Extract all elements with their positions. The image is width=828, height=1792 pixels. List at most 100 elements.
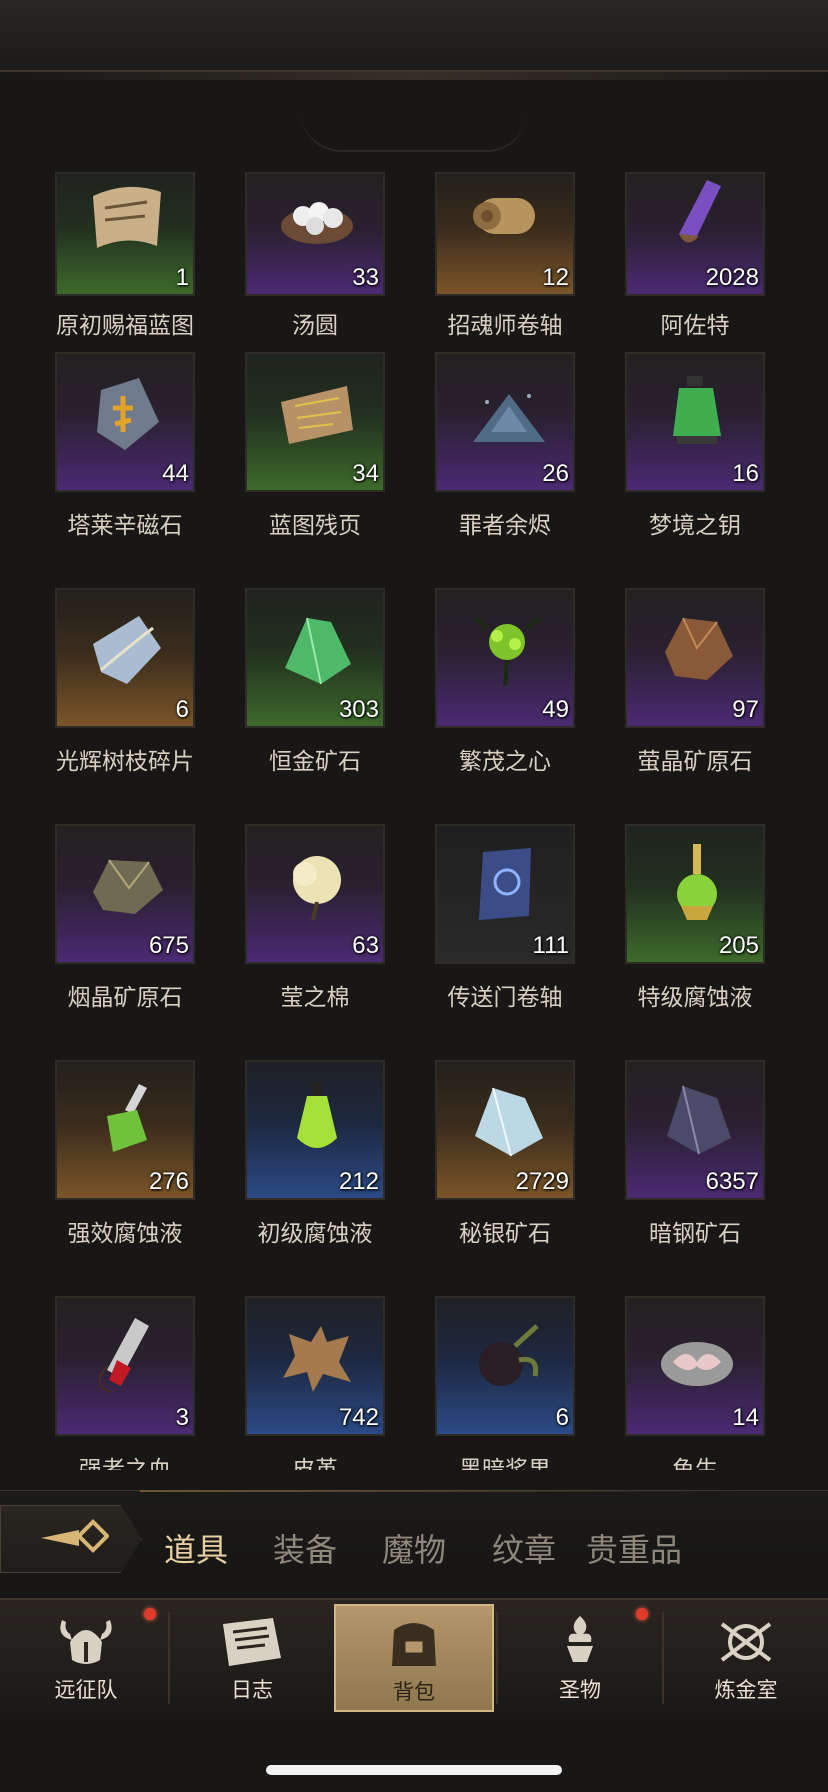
- purple-crystal-icon: [679, 180, 721, 243]
- item-count: 44: [162, 460, 189, 487]
- inventory-item[interactable]: 44 塔莱辛磁石: [0, 352, 195, 552]
- nav-expedition[interactable]: 远征队: [6, 1604, 166, 1712]
- item-slot[interactable]: 26: [435, 352, 575, 492]
- inventory-item[interactable]: 205 特级腐蚀液: [570, 824, 765, 1024]
- tab-items[interactable]: 道具: [164, 1525, 228, 1571]
- inventory-item[interactable]: 33 汤圆: [190, 172, 385, 372]
- item-slot[interactable]: 6357: [625, 1060, 765, 1200]
- inventory-item[interactable]: 97 萤晶矿原石: [570, 588, 765, 788]
- item-count: 205: [718, 932, 759, 959]
- inventory-item[interactable]: 303 恒金矿石: [190, 588, 385, 788]
- item-name: 繁茂之心: [459, 749, 551, 775]
- green-ore-icon: [285, 617, 351, 685]
- leather-hide-icon: [283, 1326, 351, 1392]
- item-slot[interactable]: 111: [435, 824, 575, 964]
- item-slot[interactable]: 2729: [435, 1060, 575, 1200]
- item-slot[interactable]: 2028: [625, 172, 765, 296]
- mithril-ore-icon: [475, 1087, 543, 1157]
- inventory-item[interactable]: 26 罪者余烬: [380, 352, 575, 552]
- item-slot[interactable]: 63: [245, 824, 385, 964]
- item-slot[interactable]: 12: [435, 172, 575, 296]
- inventory-item[interactable]: 2028 阿佐特: [570, 172, 765, 372]
- inventory-item[interactable]: 6 黑暗浆果: [380, 1296, 575, 1470]
- tab-valuables[interactable]: 贵重品: [586, 1525, 682, 1571]
- item-name: 招魂师卷轴: [447, 313, 563, 339]
- inventory-item[interactable]: 6 光辉树枝碎片: [0, 588, 195, 788]
- item-slot[interactable]: 742: [245, 1296, 385, 1436]
- inventory-item[interactable]: 675 烟晶矿原石: [0, 824, 195, 1024]
- item-count: 6: [175, 696, 189, 723]
- nav-journal[interactable]: 日志: [172, 1604, 332, 1712]
- item-slot[interactable]: 6: [55, 588, 195, 728]
- item-count: 16: [732, 460, 759, 487]
- item-count: 2028: [705, 264, 759, 291]
- inventory-item[interactable]: 6357 暗钢矿石: [570, 1060, 765, 1260]
- item-slot[interactable]: 97: [625, 588, 765, 728]
- item-name: 黑暗浆果: [459, 1457, 551, 1470]
- item-count: 276: [148, 1168, 189, 1195]
- item-slot[interactable]: 1: [55, 172, 195, 296]
- item-slot[interactable]: 212: [245, 1060, 385, 1200]
- item-slot[interactable]: 675: [55, 824, 195, 964]
- item-slot[interactable]: 34: [245, 352, 385, 492]
- item-slot[interactable]: 6: [435, 1296, 575, 1436]
- tab-crests[interactable]: 纹章: [492, 1525, 556, 1571]
- inventory-item[interactable]: 1 原初赐福蓝图: [0, 172, 195, 372]
- rune-stone-icon: [97, 378, 159, 450]
- viking-helmet-icon: [60, 1620, 112, 1664]
- home-indicator[interactable]: [266, 1765, 562, 1775]
- item-name: 梦境之钥: [649, 513, 741, 539]
- item-count: 26: [542, 460, 569, 487]
- item-count: 111: [532, 932, 569, 959]
- portal-scroll-icon: [479, 848, 531, 920]
- tab-equipment[interactable]: 装备: [273, 1525, 337, 1571]
- item-slot[interactable]: 16: [625, 352, 765, 492]
- back-button[interactable]: [0, 1505, 142, 1573]
- item-slot[interactable]: 3: [55, 1296, 195, 1436]
- nav-backpack[interactable]: 背包: [334, 1604, 494, 1712]
- item-name: 暗钢矿石: [649, 1221, 741, 1247]
- nav-alchemy[interactable]: 炼金室: [666, 1604, 826, 1712]
- inventory-item[interactable]: 276 强效腐蚀液: [0, 1060, 195, 1260]
- notification-dot: [144, 1608, 156, 1620]
- item-name: 蓝图残页: [269, 513, 361, 539]
- item-name: 鱼生: [672, 1457, 718, 1470]
- inventory-item[interactable]: 111 传送门卷轴: [380, 824, 575, 1024]
- nav-label: 圣物: [559, 1678, 601, 1702]
- item-count: 6357: [705, 1168, 759, 1195]
- item-slot[interactable]: 33: [245, 172, 385, 296]
- item-name: 强效腐蚀液: [67, 1221, 183, 1247]
- inventory-item[interactable]: 14 鱼生: [570, 1296, 765, 1470]
- item-count: 3: [175, 1404, 189, 1431]
- item-slot[interactable]: 276: [55, 1060, 195, 1200]
- inventory-item[interactable]: 742 皮革: [190, 1296, 385, 1470]
- green-potion-icon: [297, 1082, 337, 1148]
- item-name: 阿佐特: [660, 313, 730, 339]
- item-slot[interactable]: 44: [55, 352, 195, 492]
- inventory-item[interactable]: 49 繁茂之心: [380, 588, 575, 788]
- inventory-item[interactable]: 63 莹之棉: [190, 824, 385, 1024]
- inventory-item[interactable]: 12 招魂师卷轴: [380, 172, 575, 372]
- nav-relics[interactable]: 圣物: [500, 1604, 660, 1712]
- inventory-item[interactable]: 212 初级腐蚀液: [190, 1060, 385, 1260]
- item-name: 莹之棉: [280, 985, 350, 1011]
- inventory-item[interactable]: 3 强者之血: [0, 1296, 195, 1470]
- inventory-grid: 1 原初赐福蓝图 33 汤圆 12 招魂师卷轴 2028 阿佐特 44 塔莱辛磁石 34 蓝图残页 26…: [0, 0, 828, 1470]
- item-name: 皮革: [292, 1457, 338, 1470]
- inventory-item[interactable]: 16 梦境之钥: [570, 352, 765, 552]
- inventory-item[interactable]: 2729 秘银矿石: [380, 1060, 575, 1260]
- branch-shard-icon: [93, 616, 161, 684]
- item-slot[interactable]: 303: [245, 588, 385, 728]
- green-lantern-icon: [673, 376, 721, 444]
- item-count: 2729: [515, 1168, 569, 1195]
- nav-separator: [496, 1612, 498, 1704]
- item-slot[interactable]: 49: [435, 588, 575, 728]
- nav-label: 日志: [231, 1678, 273, 1702]
- item-count: 14: [732, 1404, 759, 1431]
- item-slot[interactable]: 14: [625, 1296, 765, 1436]
- arrow-diamond-icon: [41, 1519, 109, 1553]
- tab-monsters[interactable]: 魔物: [382, 1525, 446, 1571]
- item-slot[interactable]: 205: [625, 824, 765, 964]
- notification-dot: [636, 1608, 648, 1620]
- inventory-item[interactable]: 34 蓝图残页: [190, 352, 385, 552]
